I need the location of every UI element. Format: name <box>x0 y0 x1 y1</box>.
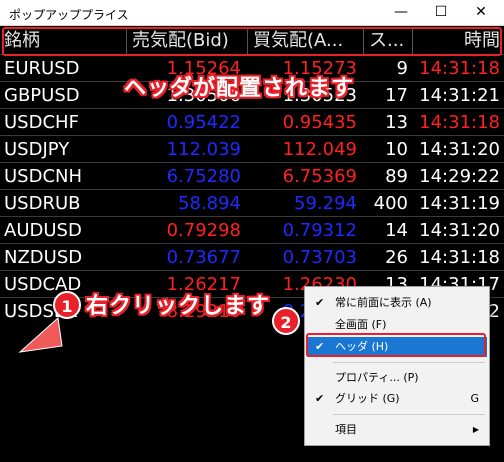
column-header-spread[interactable]: ス... <box>363 27 412 54</box>
table-row[interactable]: NZDUSD 0.73677 0.73703 26 14:31:18 <box>0 243 504 270</box>
ask-cell: 59.294 <box>294 193 357 214</box>
spread-cell: 400 <box>373 193 408 214</box>
symbol-cell: USDCHF <box>4 112 79 133</box>
header-annotation: ヘッダが配置されます <box>124 76 355 101</box>
window-title: ポップアッププライス <box>9 8 129 22</box>
menu-item-fullscreen[interactable]: 全画面 (F) <box>307 315 487 335</box>
popup-price-window: ポップアッププライス — ☐ ✕ 銘柄 売気配(Bid) 買気配(A... ス.… <box>0 0 504 462</box>
checkmark-icon: ✔ <box>315 392 325 405</box>
menu-separator <box>333 414 485 415</box>
step-badge-2: 2 <box>272 307 300 335</box>
time-cell: 14:31:18 <box>419 58 500 79</box>
title-bar[interactable]: ポップアッププライス — ☐ ✕ <box>0 0 504 26</box>
menu-highlight-box <box>306 333 486 357</box>
symbol-cell: USDCNH <box>4 166 83 187</box>
symbol-cell: GBPUSD <box>4 85 80 106</box>
table-row[interactable]: USDJPY 112.039 112.049 10 14:31:20 <box>0 135 504 162</box>
table-row[interactable]: AUDUSD 0.79298 0.79312 14 14:31:20 <box>0 216 504 243</box>
time-cell: 14:31:21 <box>419 85 500 106</box>
symbol-cell: NZDUSD <box>4 247 83 268</box>
bid-cell: 58.894 <box>178 193 241 214</box>
ask-cell: 0.79312 <box>282 220 357 241</box>
shortcut-label: G <box>470 392 479 405</box>
column-header-ask[interactable]: 買気配(A... <box>247 27 363 54</box>
symbol-cell: USDJPY <box>4 139 70 160</box>
bid-cell: 112.039 <box>166 139 241 160</box>
symbol-cell: AUDUSD <box>4 220 82 241</box>
menu-separator <box>333 362 485 363</box>
table-row[interactable]: USDCHF 0.95422 0.95435 13 14:31:18 <box>0 108 504 135</box>
checkmark-icon: ✔ <box>315 296 325 309</box>
column-divider[interactable] <box>412 27 413 55</box>
ask-cell: 0.95435 <box>282 112 357 133</box>
ask-cell: 6.75369 <box>282 166 357 187</box>
spread-cell: 14 <box>385 220 408 241</box>
time-cell: 14:29:22 <box>419 166 500 187</box>
spread-cell: 9 <box>396 58 408 79</box>
column-header-bid[interactable]: 売気配(Bid) <box>126 27 247 54</box>
time-cell: 14:31:20 <box>419 220 500 241</box>
symbol-cell: EURUSD <box>4 58 80 79</box>
spread-cell: 17 <box>385 85 408 106</box>
bid-cell: 0.95422 <box>166 112 241 133</box>
column-header-time[interactable]: 時間 <box>412 27 504 54</box>
time-cell: 14:31:20 <box>419 139 500 160</box>
time-cell: 14:31:19 <box>419 193 500 214</box>
ask-cell: 112.049 <box>282 139 357 160</box>
menu-item-always-on-top[interactable]: ✔ 常に前面に表示 (A) <box>307 293 487 313</box>
grid-header: 銘柄 売気配(Bid) 買気配(A... ス... 時間 <box>0 27 504 55</box>
time-cell: 14:31:18 <box>419 112 500 133</box>
table-row[interactable]: USDRUB 58.894 59.294 400 14:31:19 <box>0 189 504 216</box>
spread-cell: 10 <box>385 139 408 160</box>
column-divider[interactable] <box>363 27 364 55</box>
table-row[interactable]: USDCNH 6.75280 6.75369 89 14:29:22 <box>0 162 504 189</box>
cursor-arrow-icon <box>18 317 63 353</box>
column-header-symbol[interactable]: 銘柄 <box>4 27 126 54</box>
menu-item-columns[interactable]: 項目 ▶ <box>307 420 487 440</box>
column-divider[interactable] <box>126 27 127 55</box>
bid-cell: 6.75280 <box>166 166 241 187</box>
spread-cell: 89 <box>385 166 408 187</box>
symbol-cell: USDRUB <box>4 193 81 214</box>
column-divider[interactable] <box>247 27 248 55</box>
step-badge-1: 1 <box>53 291 81 319</box>
close-button[interactable]: ✕ <box>458 0 504 26</box>
submenu-arrow-icon: ▶ <box>472 425 479 434</box>
bid-cell: 0.73677 <box>166 247 241 268</box>
bid-cell: 0.79298 <box>166 220 241 241</box>
right-click-annotation: 右クリックします <box>86 294 271 319</box>
menu-item-properties[interactable]: プロパティ... (P) <box>307 368 487 388</box>
menu-item-grid[interactable]: ✔ グリッド (G) G <box>307 389 487 409</box>
ask-cell: 0.73703 <box>282 247 357 268</box>
spread-cell: 13 <box>385 112 408 133</box>
context-menu: ✔ 常に前面に表示 (A) 全画面 (F) ✔ ヘッダ (H) プロパティ...… <box>304 286 490 446</box>
time-cell: 14:31:18 <box>419 247 500 268</box>
spread-cell: 26 <box>385 247 408 268</box>
